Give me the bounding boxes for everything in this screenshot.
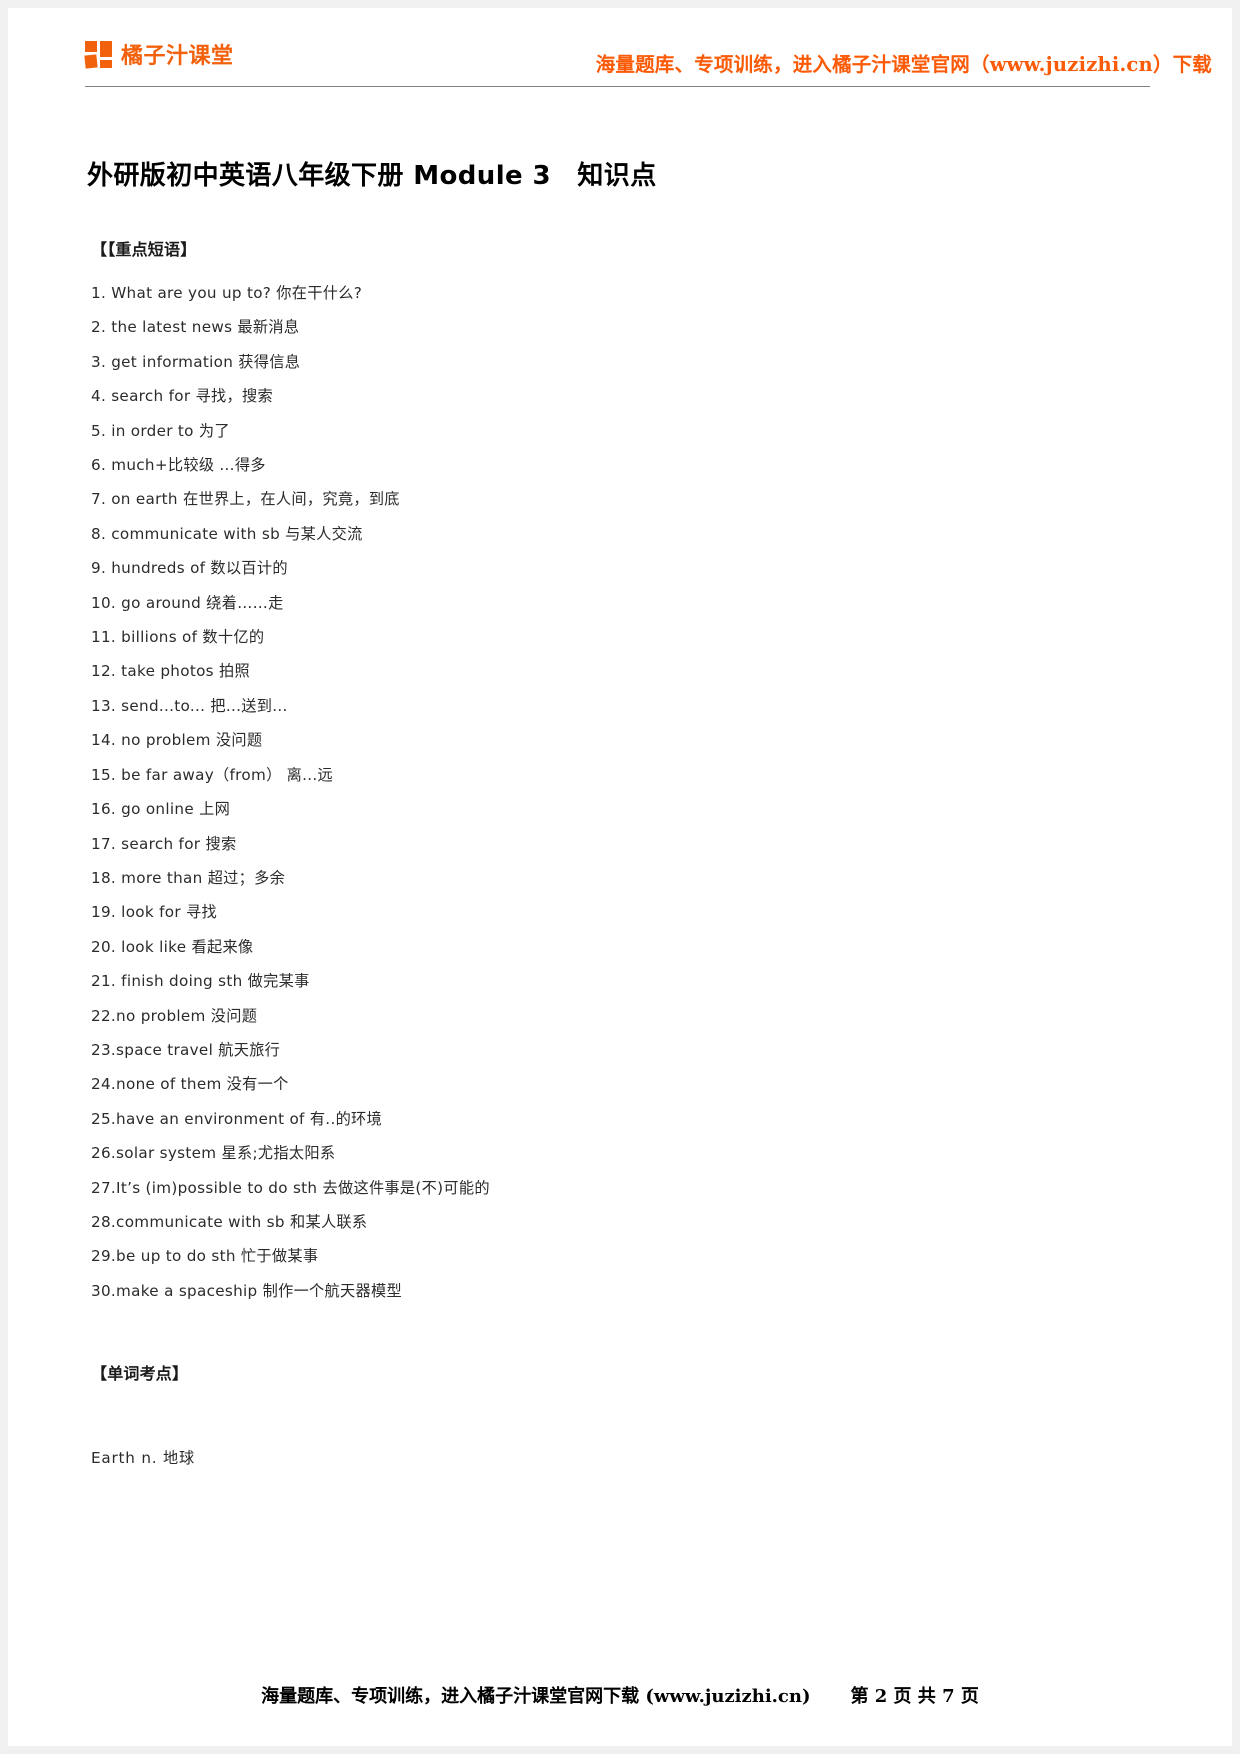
list-item: 29.be up to do sth 忙于做某事: [91, 1247, 319, 1266]
list-item: 14. no problem 没问题: [91, 731, 263, 750]
section-heading-key-phrases: 【【重点短语】: [91, 240, 197, 259]
list-item: 24.none of them 没有一个: [91, 1075, 289, 1094]
list-item: 2. the latest news 最新消息: [91, 318, 300, 337]
key-phrases-list: 1. What are you up to? 你在干什么? 2. the lat…: [91, 276, 1151, 1308]
word-entry-earth: Earth n. 地球: [91, 1449, 196, 1468]
header-slogan: 海量题库、专项训练，进入橘子汁课堂官网（www.juzizhi.cn）下载: [595, 53, 1212, 76]
list-item: 13. send...to... 把...送到...: [91, 696, 288, 715]
list-item: 15. be far away（from） 离...远: [91, 765, 334, 784]
page-edge-right: [1232, 0, 1240, 1754]
list-item: 20. look like 看起来像: [91, 937, 254, 956]
page-header: 橘子汁课堂 海量题库、专项训练，进入橘子汁课堂官网（www.juzizhi.cn…: [8, 8, 1232, 90]
list-item: 1. What are you up to? 你在干什么?: [91, 284, 363, 302]
list-item: 23.space travel 航天旅行: [91, 1040, 281, 1059]
list-item: 11. billions of 数十亿的: [91, 628, 265, 647]
list-item: 6. much+比较级 ...得多: [91, 456, 266, 475]
list-item: 17. search for 搜索: [91, 834, 237, 853]
brand-name: 橘子汁课堂: [121, 44, 234, 69]
document-body: 【【重点短语】 1. What are you up to? 你在干什么? 2.…: [91, 236, 1151, 1468]
header-divider: [85, 86, 1150, 87]
list-item: 22.no problem 没问题: [91, 1006, 258, 1025]
list-item: 30.make a spaceship 制作一个航天器模型: [91, 1281, 402, 1300]
list-item: 19. look for 寻找: [91, 903, 217, 922]
list-item: 10. go around 绕着……走: [91, 593, 284, 612]
list-item: 7. on earth 在世界上，在人间，究竟，到底: [91, 490, 400, 509]
orange-squares-logo-icon: [84, 40, 112, 69]
page-content: 橘子汁课堂 海量题库、专项训练，进入橘子汁课堂官网（www.juzizhi.cn…: [8, 8, 1232, 1746]
list-item: 9. hundreds of 数以百计的: [91, 559, 288, 578]
list-item: 28.communicate with sb 和某人联系: [91, 1212, 368, 1231]
list-item: 16. go online 上网: [91, 800, 231, 819]
page-edge-left: [0, 0, 8, 1754]
footer-note: 海量题库、专项训练，进入橘子汁课堂官网下载 (www.juzizhi.cn): [261, 1686, 811, 1707]
list-item: 4. search for 寻找，搜索: [91, 387, 273, 406]
list-item: 8. communicate with sb 与某人交流: [91, 524, 363, 543]
list-item: 12. take photos 拍照: [91, 662, 250, 681]
footer-page-number: 第 2 页 共 7 页: [850, 1686, 979, 1707]
document-page: 橘子汁课堂 海量题库、专项训练，进入橘子汁课堂官网（www.juzizhi.cn…: [0, 0, 1240, 1754]
section-heading-word-points: 【单词考点】: [91, 1364, 189, 1384]
list-item: 26.solar system 星系;尤指太阳系: [91, 1144, 336, 1163]
list-item: 21. finish doing sth 做完某事: [91, 972, 310, 991]
list-item: 25.have an environment of 有..的环境: [91, 1109, 383, 1128]
page-edge-top: [0, 0, 1240, 8]
list-item: 27.It’s (im)possible to do sth 去做这件事是(不)…: [91, 1178, 490, 1197]
list-item: 3. get information 获得信息: [91, 352, 301, 371]
word-points-spacer: [91, 1400, 1151, 1446]
brand-logo-group: 橘子汁课堂: [84, 38, 234, 70]
page-edge-bottom: [0, 1746, 1240, 1754]
list-item: 18. more than 超过；多余: [91, 868, 286, 887]
page-title: 外研版初中英语八年级下册 Module 3 知识点: [87, 161, 657, 192]
list-item: 5. in order to 为了: [91, 421, 230, 440]
page-footer: 海量题库、专项训练，进入橘子汁课堂官网下载 (www.juzizhi.cn) 第 …: [8, 1682, 1232, 1708]
